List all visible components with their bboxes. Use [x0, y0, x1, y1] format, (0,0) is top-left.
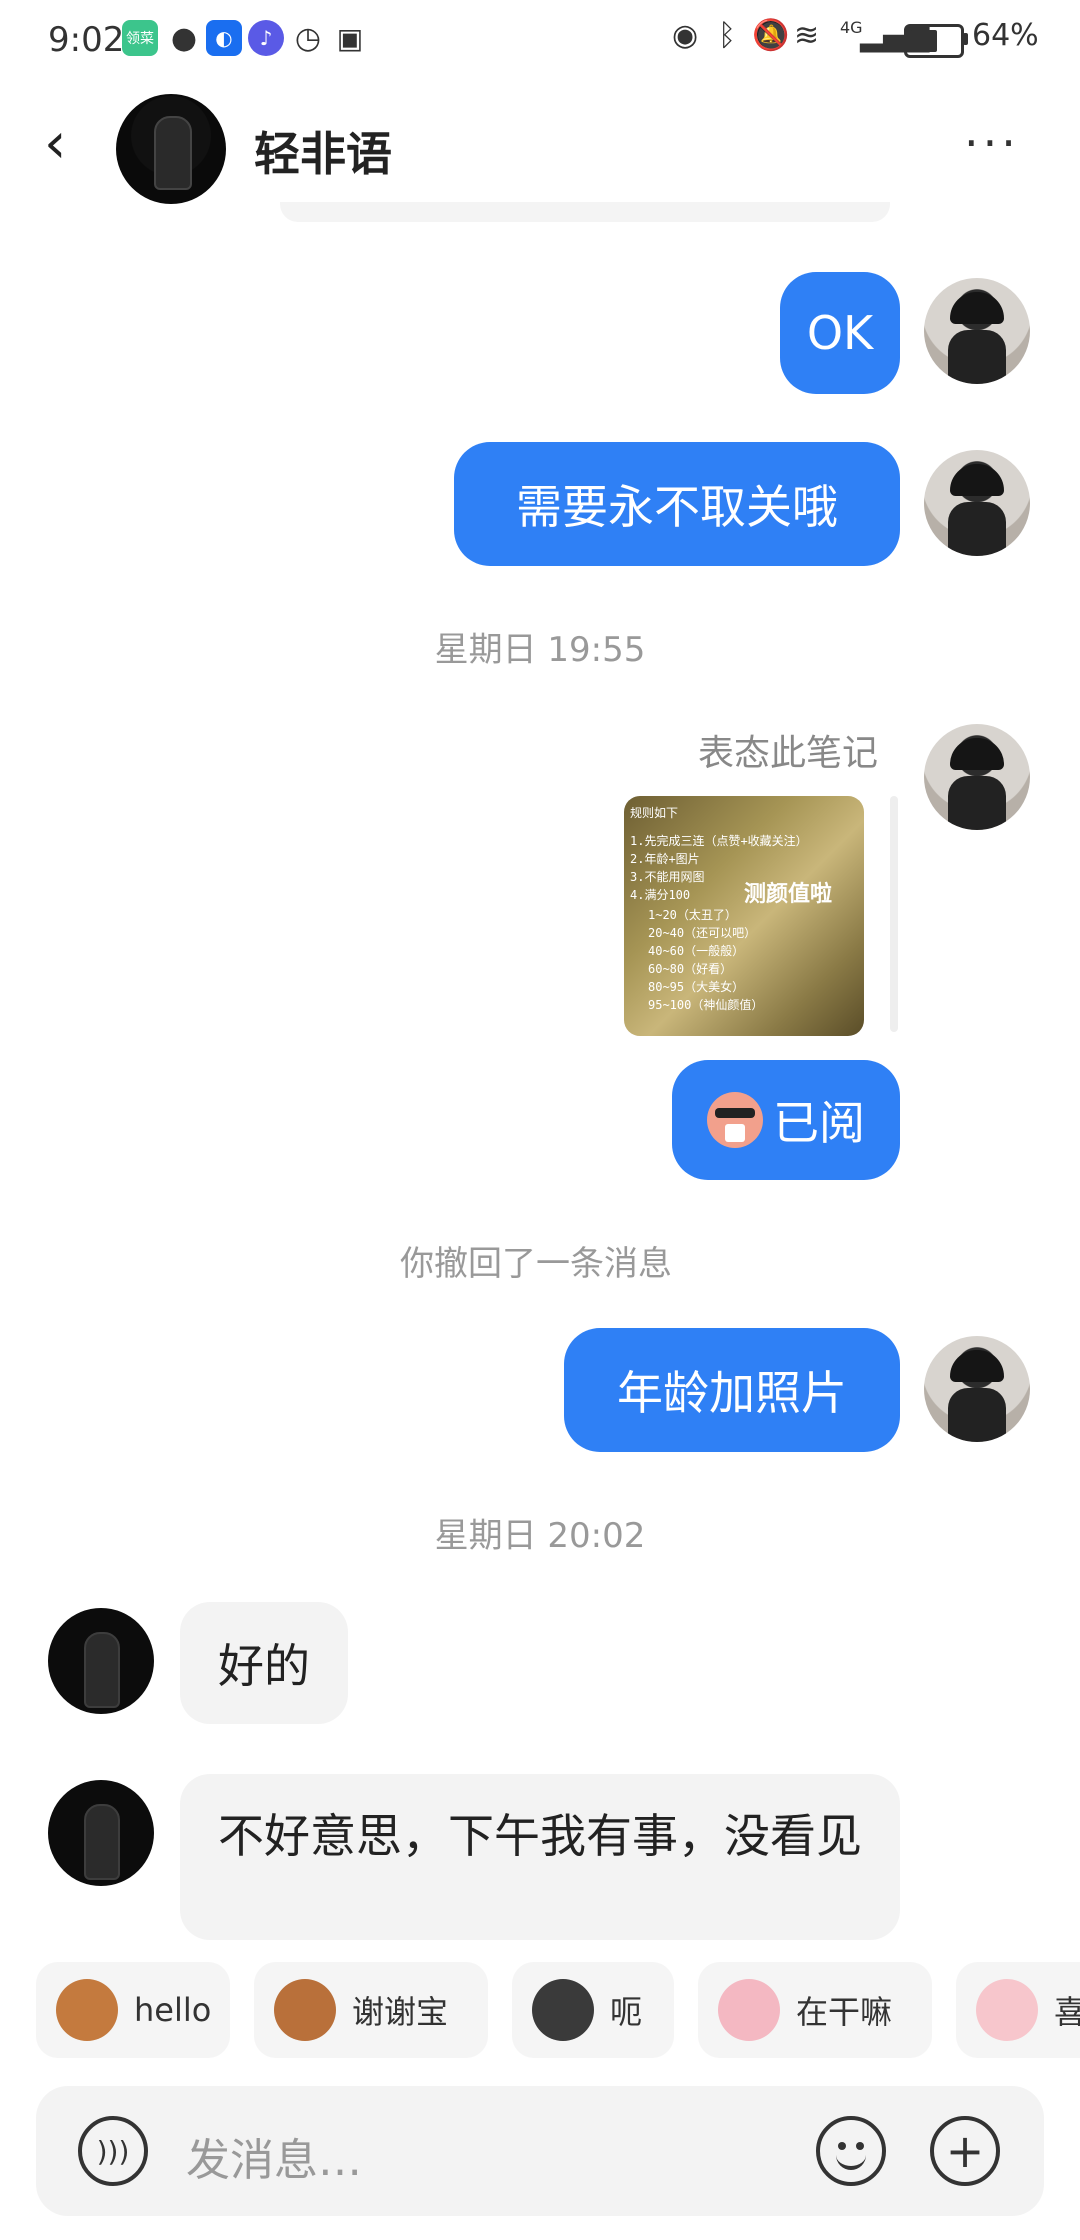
previous-message-edge [280, 202, 890, 222]
back-icon[interactable]: ‹ [44, 114, 66, 174]
quick-reply-like[interactable]: 喜 [956, 1962, 1080, 2058]
contact-avatar[interactable] [48, 1608, 154, 1714]
status-time: 9:02 [48, 20, 125, 60]
emoji-icon[interactable] [816, 2116, 886, 2186]
note-scrollbar [890, 796, 898, 1032]
my-avatar[interactable] [924, 278, 1030, 384]
contact-name: 轻非语 [254, 127, 392, 181]
battery-percent: 64% [972, 18, 1039, 53]
cat-sticker-icon [532, 1979, 594, 2041]
battery-icon [904, 24, 964, 58]
contact-avatar[interactable] [116, 94, 226, 204]
sent-message[interactable]: OK [780, 272, 900, 394]
note-card[interactable]: 规则如下 1.先完成三连（点赞+收藏关注） 2.年龄+图片 3.不能用网图 4.… [624, 796, 864, 1036]
rose-monkey-sticker-icon [274, 1979, 336, 2041]
received-message[interactable]: 好的 [180, 1602, 348, 1724]
wifi-icon: ≋ [794, 18, 820, 53]
peach-sticker-icon [707, 1092, 763, 1148]
quick-reply-thanks[interactable]: 谢谢宝 [254, 1962, 488, 2058]
my-avatar[interactable] [924, 1336, 1030, 1442]
voice-input-icon[interactable]: ))) [78, 2116, 148, 2186]
my-avatar[interactable] [924, 724, 1030, 830]
timestamp: 星期日 20:02 [434, 1516, 646, 1556]
music-icon: ♪ [248, 20, 284, 56]
more-options-icon[interactable]: ··· [964, 116, 1020, 170]
mute-bell-icon: 🔕 [752, 18, 790, 53]
pig-search-sticker-icon [718, 1979, 780, 2041]
my-avatar[interactable] [924, 450, 1030, 556]
quick-reply-hello[interactable]: hello [36, 1962, 230, 2058]
bluetooth-icon: ᛒ [718, 18, 736, 53]
pig-sticker-icon [976, 1979, 1038, 2041]
note-reaction-label: 表态此笔记 [698, 733, 879, 774]
recall-notice: 你撤回了一条消息 [400, 1244, 672, 1284]
quick-reply-whatsup[interactable]: 在干嘛 [698, 1962, 932, 2058]
received-message[interactable]: 不好意思，下午我有事，没看见 [180, 1774, 900, 1940]
bulb-icon: ◐ [206, 20, 242, 56]
sent-message[interactable]: 需要永不取关哦 [454, 442, 900, 566]
wechat-icon: ● [170, 20, 198, 56]
sent-message[interactable]: 年龄加照片 [564, 1328, 900, 1452]
chat-header: ‹ 轻非语 ··· [0, 82, 1080, 212]
contact-avatar[interactable] [48, 1780, 154, 1886]
message-input-bar: ))) 发消息… + [36, 2086, 1044, 2216]
note-badge: 测颜值啦 [744, 882, 833, 907]
clock-icon: ◷ [294, 20, 322, 56]
quick-reply-uh[interactable]: 呃 [512, 1962, 674, 2058]
sent-message[interactable]: 已阅 [672, 1060, 900, 1180]
message-input[interactable]: 发消息… [186, 2124, 362, 2188]
briefcase-icon: ▣ [336, 21, 364, 55]
status-bar: 9:02 领菜 ● ◐ ♪ ◷ ▣ ◉ ᛒ 🔕 ≋ 4G ▂▄▆ 64% [0, 0, 1080, 82]
add-attachment-icon[interactable]: + [930, 2116, 1000, 2186]
battery-tip [963, 33, 968, 45]
monkey-sticker-icon [56, 1979, 118, 2041]
eye-icon: ◉ [672, 18, 699, 53]
app-badge-icon: 领菜 [122, 20, 158, 56]
timestamp: 星期日 19:55 [434, 630, 646, 670]
